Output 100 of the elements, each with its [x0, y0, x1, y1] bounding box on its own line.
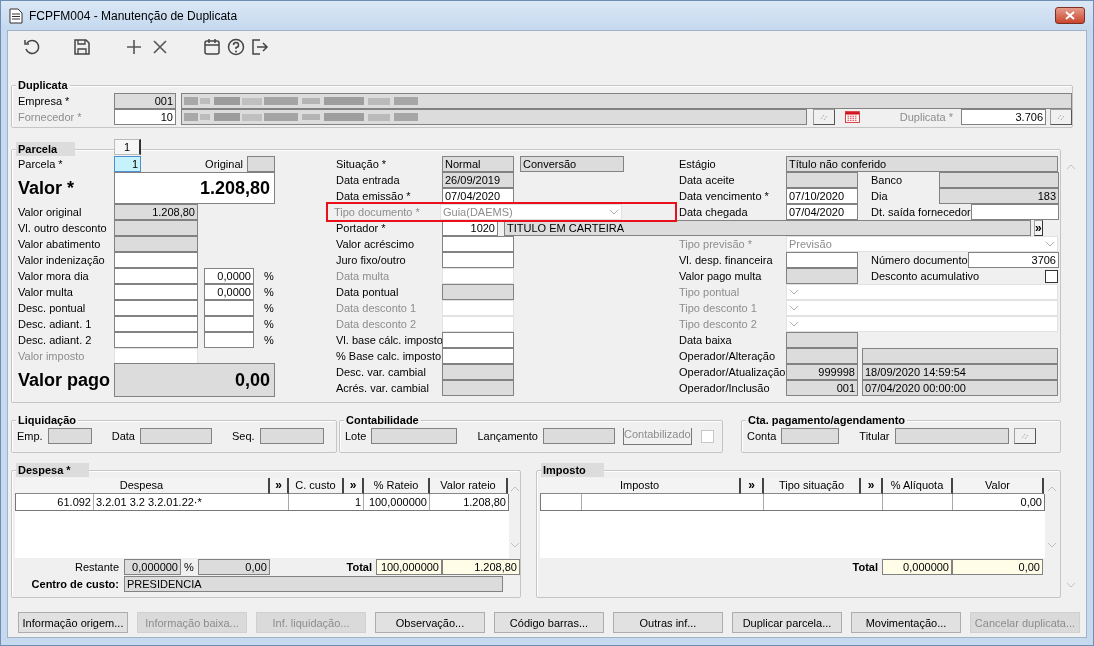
text-field[interactable]	[114, 268, 198, 284]
expand-button[interactable]: »	[861, 478, 883, 494]
chevron-up-icon[interactable]	[509, 486, 520, 492]
chevron-down-icon[interactable]	[1046, 542, 1057, 548]
action-button[interactable]: Observação...	[375, 612, 485, 633]
text-field[interactable]: 0,00	[952, 559, 1043, 575]
text-field[interactable]: 183	[939, 188, 1059, 204]
text-field[interactable]: 07/04/2020 00:00:00	[862, 380, 1058, 396]
text-field[interactable]	[442, 284, 514, 300]
text-field[interactable]: 18/09/2020 14:59:54	[862, 364, 1058, 380]
checkbox[interactable]	[1045, 269, 1058, 283]
text-field[interactable]: 1.208,80	[442, 559, 520, 575]
action-button[interactable]: Movimentação...	[851, 612, 961, 633]
text-field[interactable]: 3706	[967, 252, 1059, 268]
close-button[interactable]	[1055, 7, 1085, 24]
action-button[interactable]: Informação origem...	[18, 612, 128, 633]
text-field[interactable]	[442, 348, 514, 364]
text-field[interactable]	[442, 236, 514, 252]
text-field[interactable]	[894, 428, 1009, 444]
text-field[interactable]: Título não conferido	[786, 156, 1058, 172]
text-field[interactable]	[181, 93, 1072, 109]
text-field[interactable]	[204, 316, 254, 332]
column-header[interactable]: % Rateio	[364, 478, 430, 494]
text-field[interactable]	[786, 348, 858, 364]
text-field[interactable]	[542, 428, 615, 444]
text-field[interactable]: Normal	[442, 156, 514, 172]
text-field[interactable]: 1	[114, 156, 141, 172]
text-field[interactable]: 0,0000	[204, 284, 254, 300]
amount-field[interactable]: 1.208,80	[114, 172, 275, 204]
text-field[interactable]	[204, 300, 254, 316]
text-field[interactable]	[442, 252, 514, 268]
text-field[interactable]: PRESIDENCIA	[124, 576, 503, 592]
text-field[interactable]: 26/09/2019	[442, 172, 514, 188]
plus-icon[interactable]	[125, 38, 143, 56]
refresh-icon[interactable]	[23, 38, 41, 56]
action-button[interactable]: Outras inf...	[613, 612, 723, 633]
text-field[interactable]	[114, 332, 198, 348]
text-field[interactable]: TITULO EM CARTEIRA	[504, 220, 1031, 236]
chevron-up-icon[interactable]	[1046, 486, 1057, 492]
calendar-icon[interactable]	[203, 38, 221, 56]
text-field[interactable]: 07/10/2020	[786, 188, 858, 204]
lookup-button[interactable]	[813, 109, 835, 125]
save-icon[interactable]	[73, 38, 91, 56]
text-field[interactable]: 1.208,80	[114, 204, 198, 220]
amount-field[interactable]: 0,00	[114, 363, 275, 397]
text-field[interactable]	[114, 220, 198, 236]
text-field[interactable]	[786, 172, 858, 188]
expand-button[interactable]: »	[270, 478, 289, 494]
lookup-button[interactable]	[1050, 109, 1072, 125]
text-field[interactable]: 001	[114, 93, 176, 109]
text-field[interactable]: 0,0000	[204, 268, 254, 284]
text-field[interactable]	[204, 332, 254, 348]
text-field[interactable]	[114, 236, 198, 252]
expand-button[interactable]: »	[344, 478, 364, 494]
column-header[interactable]: Valor rateio	[430, 478, 508, 494]
chevron-up-icon[interactable]	[1066, 164, 1076, 170]
exit-icon[interactable]	[251, 38, 269, 56]
column-header[interactable]: Imposto	[540, 478, 741, 494]
text-field[interactable]: 07/04/2020	[786, 204, 858, 220]
chevron-down-icon[interactable]	[509, 542, 520, 548]
column-header[interactable]: Tipo situação	[764, 478, 861, 494]
text-field[interactable]	[939, 172, 1059, 188]
column-header[interactable]: Valor	[953, 478, 1044, 494]
text-field[interactable]	[442, 332, 514, 348]
text-field[interactable]: 0,000000	[124, 559, 181, 575]
text-field[interactable]	[442, 380, 514, 396]
text-field[interactable]	[371, 428, 458, 444]
calendar-icon[interactable]	[845, 110, 860, 124]
text-field[interactable]	[442, 364, 514, 380]
action-button[interactable]: Código barras...	[494, 612, 604, 633]
lookup-button[interactable]	[1013, 428, 1036, 444]
text-field[interactable]: 0,00	[197, 559, 270, 575]
help-icon[interactable]	[227, 38, 245, 56]
expand-button[interactable]: »	[741, 478, 764, 494]
text-field[interactable]	[139, 428, 212, 444]
text-field[interactable]	[114, 316, 198, 332]
text-field[interactable]	[970, 204, 1059, 220]
text-field[interactable]: 100,000000	[376, 559, 442, 575]
text-field[interactable]: Conversão	[520, 156, 624, 172]
text-field[interactable]	[862, 348, 1058, 364]
close-icon[interactable]	[151, 38, 169, 56]
column-header[interactable]: C. custo	[289, 478, 344, 494]
text-field[interactable]	[247, 156, 275, 172]
text-field[interactable]	[786, 252, 858, 268]
text-field[interactable]	[47, 428, 92, 444]
column-header[interactable]: Despesa	[15, 478, 270, 494]
text-field[interactable]	[114, 284, 198, 300]
text-field[interactable]	[786, 268, 858, 284]
column-header[interactable]: % Alíquota	[883, 478, 953, 494]
text-field[interactable]: 999998	[786, 364, 858, 380]
text-field[interactable]	[114, 300, 198, 316]
text-field[interactable]: 0,000000	[882, 559, 952, 575]
text-field[interactable]	[259, 428, 324, 444]
tab[interactable]: 1	[114, 139, 141, 155]
text-field[interactable]	[781, 428, 840, 444]
text-field[interactable]	[114, 252, 198, 268]
text-field[interactable]	[786, 332, 858, 348]
action-button[interactable]: Duplicar parcela...	[732, 612, 842, 633]
chevron-down-icon[interactable]	[1066, 582, 1076, 588]
text-field[interactable]: 001	[786, 380, 858, 396]
